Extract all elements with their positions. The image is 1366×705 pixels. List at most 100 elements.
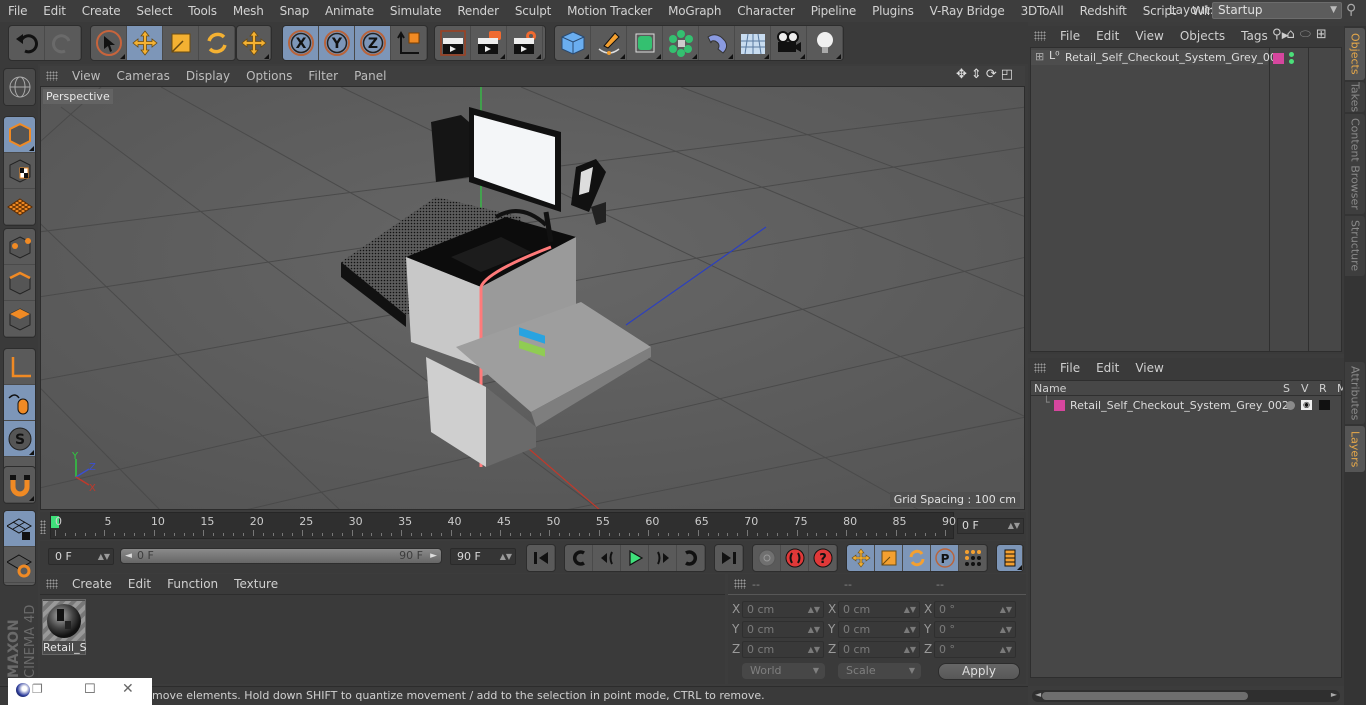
y-rot-field[interactable]: 0 ° ▲▼ <box>934 621 1016 638</box>
coordinate-mode-select[interactable]: World ▼ <box>742 663 825 679</box>
material-menu-edit[interactable]: Edit <box>120 577 159 591</box>
render-picture-viewer-button[interactable] <box>471 26 507 60</box>
viewport-menu-cameras[interactable]: Cameras <box>108 69 177 83</box>
eye-icon[interactable]: ◉ <box>1301 400 1312 410</box>
menu-plugins[interactable]: Plugins <box>864 4 922 18</box>
previous-key-button[interactable] <box>565 545 593 571</box>
spinner-icon[interactable]: ▲▼ <box>808 602 820 617</box>
object-menu-tags[interactable]: Tags <box>1233 29 1276 43</box>
make-editable-button[interactable] <box>4 69 35 105</box>
column-manager[interactable]: M <box>1337 382 1343 395</box>
viewport-menu-options[interactable]: Options <box>238 69 300 83</box>
camera-label[interactable]: Perspective <box>43 89 113 104</box>
panel-grip[interactable] <box>46 71 58 81</box>
render-view-button[interactable] <box>435 26 471 60</box>
menu-select[interactable]: Select <box>128 4 180 18</box>
menu-v-ray-bridge[interactable]: V-Ray Bridge <box>922 4 1013 18</box>
tab-takes[interactable]: Takes <box>1345 82 1365 112</box>
next-frame-button[interactable] <box>649 545 677 571</box>
zoom-view-icon[interactable]: ⇕ <box>971 67 982 82</box>
pla-key-button[interactable] <box>959 545 987 571</box>
pen-spline-button[interactable] <box>591 26 627 60</box>
rotate-key-button[interactable] <box>903 545 931 571</box>
tab-objects[interactable]: Objects <box>1345 28 1365 80</box>
viewport-menu-filter[interactable]: Filter <box>300 69 346 83</box>
record-keys-button[interactable] <box>753 545 781 571</box>
z-rot-field[interactable]: 0 ° ▲▼ <box>934 641 1016 658</box>
live-selection-button[interactable] <box>91 26 127 60</box>
menu-motion-tracker[interactable]: Motion Tracker <box>559 4 660 18</box>
autokeying-button[interactable] <box>781 545 809 571</box>
layer-menu-file[interactable]: File <box>1052 361 1088 375</box>
camera-button[interactable] <box>771 26 807 60</box>
menu-edit[interactable]: Edit <box>35 4 73 18</box>
menu-mograph[interactable]: MoGraph <box>660 4 729 18</box>
floor-button[interactable] <box>735 26 771 60</box>
redo-button[interactable] <box>45 26 81 60</box>
apply-button[interactable]: Apply <box>938 663 1020 680</box>
start-frame-field[interactable]: 0 F ▲▼ <box>48 548 114 565</box>
3d-viewport[interactable]: Y Z X Perspective Grid Spacing : 100 cm <box>40 86 1025 510</box>
light-button[interactable] <box>807 26 843 60</box>
column-solo[interactable]: S <box>1283 382 1290 395</box>
menu-redshift[interactable]: Redshift <box>1072 4 1135 18</box>
search-icon[interactable]: ⚲ <box>1346 2 1356 18</box>
z-axis-lock-button[interactable]: Z <box>355 26 391 60</box>
column-visible[interactable]: V <box>1301 382 1309 395</box>
timeline-window-button[interactable] <box>997 545 1023 571</box>
timeline-grip[interactable] <box>40 520 46 534</box>
points-mode-button[interactable] <box>4 229 35 265</box>
toggle-panels-icon[interactable]: ◰ <box>1001 67 1013 82</box>
object-row[interactable]: ⊞ ᒪ⁰ Retail_Self_Checkout_System_Grey_00… <box>1031 49 1284 65</box>
menu-3dtoall[interactable]: 3DToAll <box>1013 4 1072 18</box>
y-size-field[interactable]: 0 cm ▲▼ <box>838 621 920 638</box>
workplane-mode-button[interactable] <box>4 189 35 225</box>
home-icon[interactable]: ⌂ <box>1287 27 1295 42</box>
rotate-view-icon[interactable]: ⟳ <box>986 67 997 82</box>
model-mode-button[interactable] <box>4 117 35 153</box>
z-size-field[interactable]: 0 cm ▲▼ <box>838 641 920 658</box>
y-pos-field[interactable]: 0 cm ▲▼ <box>742 621 824 638</box>
spinner-icon[interactable]: ▲▼ <box>1000 602 1012 617</box>
solo-mode-button[interactable]: S <box>4 421 35 457</box>
panel-grip[interactable] <box>46 579 58 589</box>
solo-toggle[interactable] <box>1286 401 1295 410</box>
deformer-button[interactable] <box>699 26 735 60</box>
range-left-arrow-icon[interactable]: ◄ <box>125 549 132 563</box>
object-menu-file[interactable]: File <box>1052 29 1088 43</box>
layer-menu-view[interactable]: View <box>1127 361 1171 375</box>
object-menu-edit[interactable]: Edit <box>1088 29 1127 43</box>
menu-character[interactable]: Character <box>729 4 802 18</box>
horizontal-scrollbar[interactable]: ◄ ► <box>1032 690 1340 702</box>
snap-button[interactable] <box>4 467 35 503</box>
search-icon[interactable]: ⚲ <box>1272 27 1282 42</box>
panel-grip[interactable] <box>1034 363 1046 373</box>
scale-key-button[interactable] <box>875 545 903 571</box>
move-view-icon[interactable]: ✥ <box>956 67 967 82</box>
polygons-mode-button[interactable] <box>4 301 35 337</box>
object-menu-objects[interactable]: Objects <box>1172 29 1233 43</box>
expand-icon[interactable]: ⊞ <box>1035 50 1044 63</box>
render-settings-button[interactable] <box>507 26 543 60</box>
layer-color-swatch[interactable] <box>1054 400 1065 411</box>
layer-row[interactable]: └ Retail_Self_Checkout_System_Grey_002 ◉ <box>1031 396 1341 413</box>
spinner-icon[interactable]: ▲▼ <box>1000 622 1012 637</box>
close-icon[interactable]: ✕ <box>122 681 134 697</box>
menu-tools[interactable]: Tools <box>180 4 225 18</box>
viewport-menu-panel[interactable]: Panel <box>346 69 394 83</box>
menu-sculpt[interactable]: Sculpt <box>507 4 559 18</box>
param-key-button[interactable]: P <box>931 545 959 571</box>
recent-tool-button[interactable] <box>237 26 271 60</box>
material-menu-function[interactable]: Function <box>159 577 226 591</box>
scale-tool-button[interactable] <box>163 26 199 60</box>
move-tool-button[interactable] <box>127 26 163 60</box>
locked-workplane-button[interactable] <box>4 511 35 547</box>
viewport-menu-view[interactable]: View <box>64 69 108 83</box>
menu-file[interactable]: File <box>0 4 35 18</box>
size-mode-select[interactable]: Scale ▼ <box>838 663 921 679</box>
object-menu-view[interactable]: View <box>1127 29 1171 43</box>
previous-frame-button[interactable] <box>593 545 621 571</box>
coordinate-system-button[interactable] <box>391 26 427 60</box>
spinner-icon[interactable]: ▲▼ <box>808 622 820 637</box>
material-menu-texture[interactable]: Texture <box>226 577 286 591</box>
